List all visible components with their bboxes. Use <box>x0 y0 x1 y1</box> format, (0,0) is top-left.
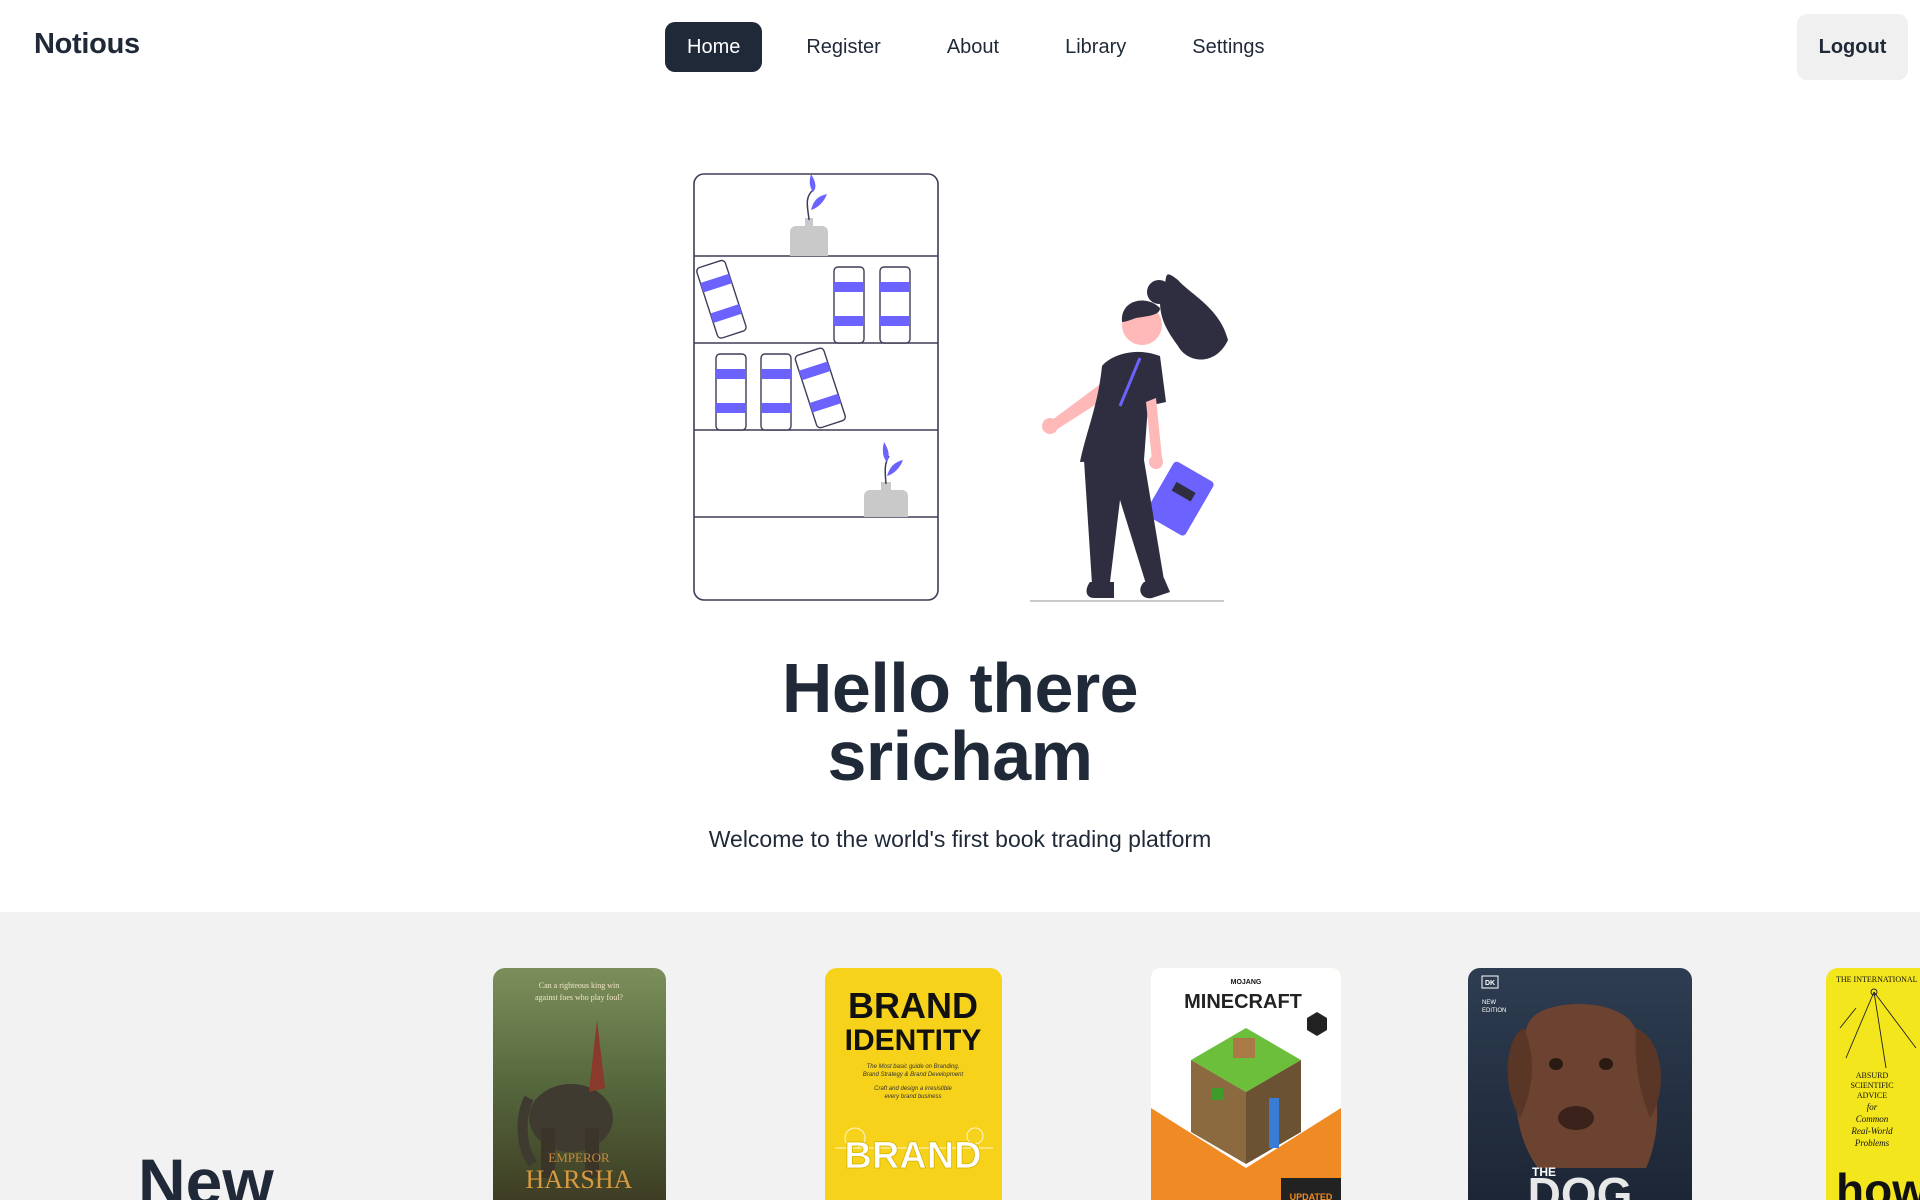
hero-illustration <box>690 170 1230 615</box>
book2-tagline-3: Craft and design a irresistible <box>874 1086 952 1092</box>
woman-reading-icon <box>1042 274 1228 599</box>
new-books-section: New Can a righteous king win against foe… <box>0 912 1920 1200</box>
nav-library[interactable]: Library <box>1043 22 1148 72</box>
nav-about[interactable]: About <box>925 22 1021 72</box>
book4-publisher: DK <box>1485 980 1495 987</box>
book4-edition-line1: NEW <box>1482 1000 1496 1006</box>
hero-title: Hello there sricham <box>0 649 1920 795</box>
book1-title-big: HARSHA <box>526 1165 633 1194</box>
book5-line7: Problems <box>1854 1138 1890 1148</box>
book2-tagline-1: The Most basic guide on Branding, <box>867 1064 960 1070</box>
book3-badge: UPDATED <box>1290 1192 1333 1200</box>
navbar: Notious Home Register About Library Sett… <box>0 0 1920 94</box>
book5-line4: for <box>1867 1102 1878 1112</box>
book3-title: MINECRAFT <box>1184 991 1302 1013</box>
section-heading: New <box>138 1145 274 1200</box>
person-with-bookshelf-illustration <box>693 173 1228 602</box>
book-card-how[interactable]: THE INTERNATIONAL ABSURD SCIENTIFIC ADVI… <box>1826 968 1920 1200</box>
nav-settings[interactable]: Settings <box>1170 22 1286 72</box>
logout-button[interactable]: Logout <box>1797 14 1908 80</box>
book5-line1: ABSURD <box>1856 1071 1889 1080</box>
book-card-minecraft[interactable]: MOJANG MINECRAFT UPDATED <box>1151 968 1341 1200</box>
book1-tagline-1: Can a righteous king win <box>539 981 619 990</box>
book-card-emperor-harsha[interactable]: Can a righteous king win against foes wh… <box>493 968 666 1200</box>
hero-title-line1: Hello there <box>781 649 1139 727</box>
book2-tagline-4: every brand business <box>884 1094 941 1100</box>
book5-line3: ADVICE <box>1857 1091 1887 1100</box>
book2-title-line1: BRAND <box>848 985 978 1026</box>
hero-subtitle: Welcome to the world's first book tradin… <box>708 826 1212 852</box>
book5-top: THE INTERNATIONAL <box>1836 975 1918 984</box>
nav-register[interactable]: Register <box>784 22 902 72</box>
book1-title-small: EMPEROR <box>548 1150 610 1165</box>
book-card-brand-identity[interactable]: BRAND IDENTITY The Most basic guide on B… <box>825 968 1002 1200</box>
hero-title-username: sricham <box>827 717 1093 795</box>
book2-cover-word: BRAND <box>844 1135 981 1177</box>
main-nav: Home Register About Library Settings <box>665 22 1287 72</box>
book5-line6: Real-World <box>1850 1126 1893 1136</box>
book5-big: how <box>1836 1164 1920 1200</box>
book5-line2: SCIENTIFIC <box>1850 1081 1893 1090</box>
book5-line5: Common <box>1856 1114 1889 1124</box>
book4-title-big: DOG <box>1528 1168 1633 1200</box>
nav-home[interactable]: Home <box>665 22 763 72</box>
book-card-the-dog[interactable]: DK NEW EDITION THE DOG <box>1468 968 1692 1200</box>
book3-publisher: MOJANG <box>1231 979 1262 986</box>
book4-edition-line2: EDITION <box>1482 1008 1506 1014</box>
book1-tagline-2: against foes who play foul? <box>535 993 623 1002</box>
book2-title-line2: IDENTITY <box>845 1024 982 1057</box>
brand-logo[interactable]: Notious <box>34 28 140 61</box>
book2-tagline-2: Brand Strategy & Brand Development <box>863 1072 964 1078</box>
